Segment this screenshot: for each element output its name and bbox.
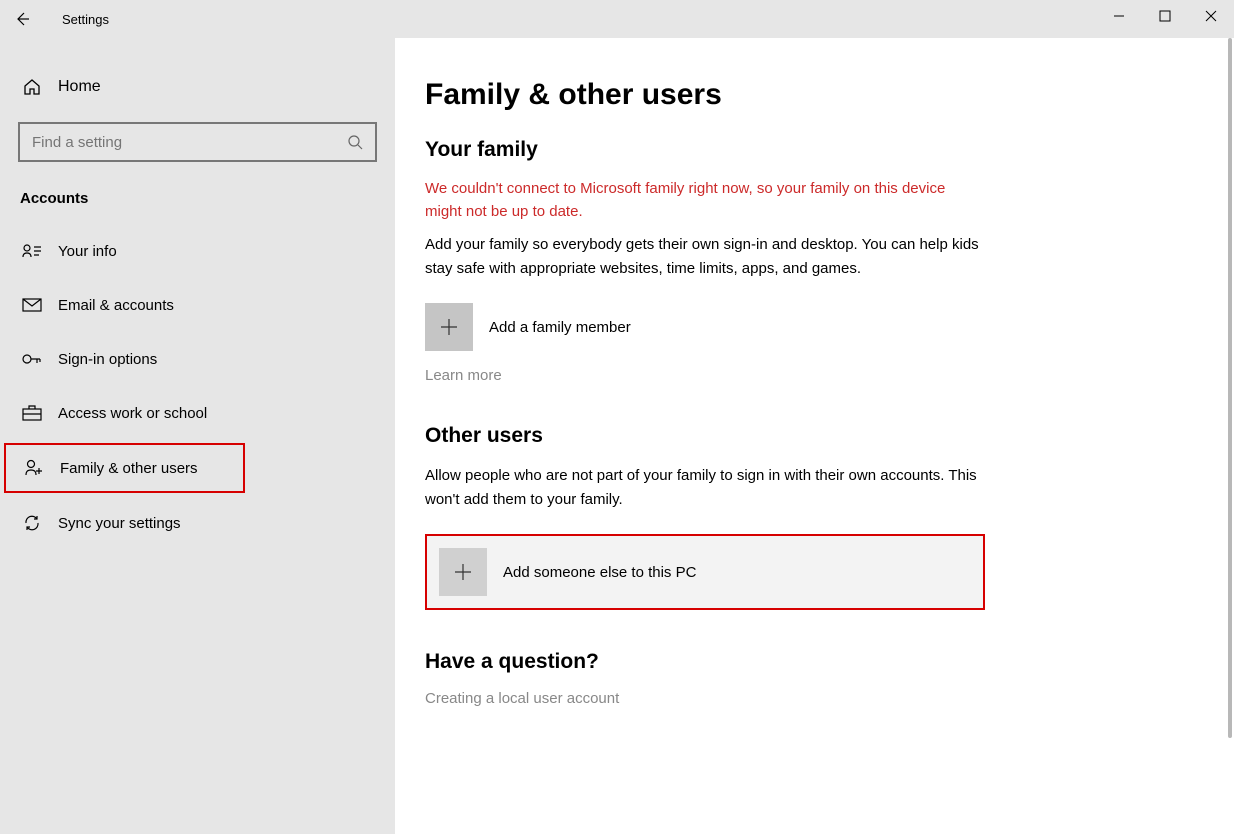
search-input[interactable] [18, 122, 377, 162]
sidebar-home[interactable]: Home [0, 70, 395, 104]
person-card-icon [20, 243, 44, 259]
sidebar-item-label: Sync your settings [44, 515, 181, 532]
sidebar-section-title: Accounts [0, 184, 395, 221]
people-add-icon [22, 459, 46, 477]
scrollbar[interactable] [1228, 38, 1232, 738]
minimize-button[interactable] [1096, 0, 1142, 32]
section-heading: Have a question? [425, 650, 985, 674]
window-title: Settings [44, 12, 109, 27]
family-description: Add your family so everybody gets their … [425, 233, 985, 281]
plus-icon [439, 548, 487, 596]
back-button[interactable] [0, 0, 44, 38]
sidebar-item-label: Family & other users [46, 460, 198, 477]
add-family-label: Add a family member [489, 319, 631, 336]
briefcase-icon [20, 405, 44, 421]
plus-icon [425, 303, 473, 351]
home-icon [20, 78, 44, 96]
sidebar-item-family[interactable]: Family & other users [4, 443, 245, 493]
maximize-button[interactable] [1142, 0, 1188, 32]
sidebar-item-sync[interactable]: Sync your settings [0, 499, 395, 547]
add-someone-label: Add someone else to this PC [503, 564, 696, 581]
sidebar-item-your-info[interactable]: Your info [0, 227, 395, 275]
sidebar-home-label: Home [44, 78, 101, 96]
sidebar-item-label: Access work or school [44, 405, 207, 422]
sidebar-item-email[interactable]: Email & accounts [0, 281, 395, 329]
add-someone-else-button[interactable]: Add someone else to this PC [425, 534, 985, 610]
other-description: Allow people who are not part of your fa… [425, 464, 985, 512]
help-link[interactable]: Creating a local user account [425, 690, 985, 707]
sidebar-item-label: Your info [44, 243, 117, 260]
page-title: Family & other users [425, 78, 1204, 112]
family-error-text: We couldn't connect to Microsoft family … [425, 178, 985, 223]
section-other-users: Other users Allow people who are not par… [425, 424, 985, 610]
sidebar-item-label: Sign-in options [44, 351, 157, 368]
section-heading: Your family [425, 138, 985, 162]
learn-more-link[interactable]: Learn more [425, 367, 985, 384]
content-area: Family & other users Your family We coul… [395, 38, 1234, 834]
key-icon [20, 352, 44, 366]
add-family-member-button[interactable]: Add a family member [425, 303, 985, 351]
search-icon [347, 134, 363, 150]
email-icon [20, 298, 44, 312]
sidebar-item-label: Email & accounts [44, 297, 174, 314]
section-heading: Other users [425, 424, 985, 448]
section-your-family: Your family We couldn't connect to Micro… [425, 138, 985, 384]
sidebar-item-work-school[interactable]: Access work or school [0, 389, 395, 437]
sidebar-item-signin[interactable]: Sign-in options [0, 335, 395, 383]
section-help: Have a question? Creating a local user a… [425, 650, 985, 707]
sync-icon [20, 514, 44, 532]
sidebar: Home Accounts Your info Email & accounts [0, 38, 395, 834]
close-button[interactable] [1188, 0, 1234, 32]
search-field[interactable] [32, 134, 347, 151]
